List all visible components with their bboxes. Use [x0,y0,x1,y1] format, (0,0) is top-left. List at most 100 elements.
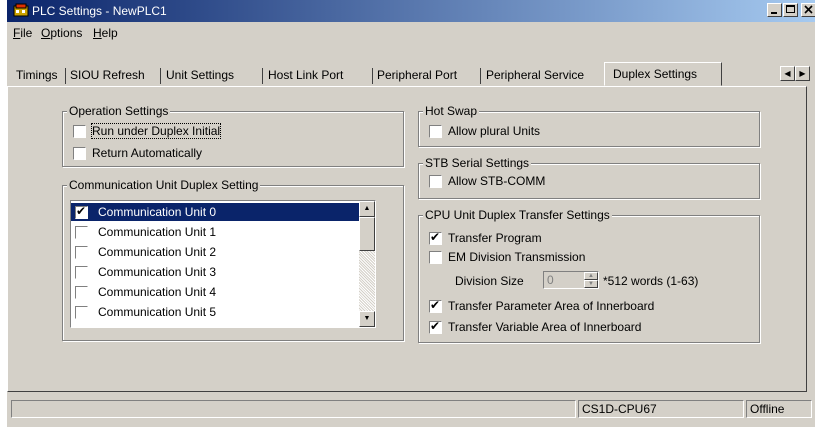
plc-app-icon [13,3,29,17]
list-item[interactable]: Communication Unit 4 [71,283,361,301]
hot-swap-group: Hot Swap Allow plural Units [418,104,760,147]
checkbox-box [73,146,86,160]
checkbox-box [429,298,442,313]
allow-stb-comm-checkbox[interactable]: Allow STB-COMM [429,173,545,189]
list-item-label: Communication Unit 2 [98,245,217,259]
tab-scroll-right-button[interactable]: ▶ [795,66,810,81]
listbox-scrollbar[interactable]: ▲ ▼ [359,201,375,327]
comm-unit-listbox[interactable]: Communication Unit 0 Communication Unit … [70,200,376,328]
status-plc-model: CS1D-CPU67 [578,400,744,418]
return-automatically-checkbox[interactable]: Return Automatically [73,145,202,161]
run-under-duplex-initial-checkbox[interactable]: Run under Duplex Initial [73,123,222,139]
tab-siou-refresh[interactable]: SIOU Refresh [70,64,145,86]
checkbox-box[interactable] [75,204,88,219]
tab-scroll-arrows: ◀ ▶ [780,66,810,81]
checkbox-box[interactable] [75,225,88,239]
transfer-variable-area-checkbox[interactable]: Transfer Variable Area of Innerboard [429,319,641,335]
maximize-icon [786,5,795,13]
checkbox-label: Run under Duplex Initial [90,123,222,139]
operation-settings-group: Operation Settings Run under Duplex Init… [62,104,404,167]
maximize-button[interactable] [783,3,798,17]
arrow-right-icon: ▶ [799,69,806,78]
title-bar[interactable]: PLC Settings - NewPLC1 [7,0,815,22]
checkbox-box[interactable] [75,265,88,279]
status-empty-cell [11,400,576,418]
minimize-button[interactable] [767,3,782,17]
arrow-down-icon: ▼ [588,281,594,287]
checkbox-box[interactable] [75,305,88,319]
cpu-transfer-title: CPU Unit Duplex Transfer Settings [423,208,612,222]
division-size-spinner[interactable]: 0 ▲ ▼ [543,271,599,289]
checkbox-label: Transfer Variable Area of Innerboard [448,320,642,334]
division-size-label: Division Size [455,274,524,288]
hot-swap-title: Hot Swap [423,104,480,118]
tab-strip: Timings SIOU Refresh Unit Settings Host … [7,62,815,86]
tab-scroll-left-button[interactable]: ◀ [780,66,795,81]
list-item[interactable]: Communication Unit 5 [71,303,361,321]
list-item[interactable]: Communication Unit 0 [71,203,361,221]
list-item[interactable]: Communication Unit 2 [71,243,361,261]
menu-file[interactable]: File [13,26,32,40]
tab-peripheral-service[interactable]: Peripheral Service [486,64,584,86]
stb-serial-title: STB Serial Settings [423,156,532,170]
checkbox-label: Allow STB-COMM [448,174,546,188]
tab-separator [160,68,161,84]
list-item-label: Communication Unit 3 [98,265,217,279]
checkbox-label: Return Automatically [92,146,203,160]
checkbox-box [429,230,442,245]
minimize-icon [771,12,777,14]
comm-unit-duplex-title: Communication Unit Duplex Setting [67,178,261,192]
checkbox-box[interactable] [75,285,88,299]
operation-settings-title: Operation Settings [67,104,171,118]
list-item-label: Communication Unit 4 [98,285,217,299]
transfer-program-checkbox[interactable]: Transfer Program [429,230,542,246]
allow-plural-units-checkbox[interactable]: Allow plural Units [429,123,540,139]
checkbox-box [429,319,442,334]
spin-up-button[interactable]: ▲ [584,272,598,280]
transfer-parameter-area-checkbox[interactable]: Transfer Parameter Area of Innerboard [429,298,654,314]
tab-separator [372,68,373,84]
checkbox-label: Transfer Program [448,231,542,245]
tab-unit-settings[interactable]: Unit Settings [166,64,234,86]
checkbox-label: Allow plural Units [448,124,541,138]
tab-duplex-settings[interactable]: Duplex Settings [604,62,722,86]
menu-bar: File Options Help [7,23,815,43]
close-icon [804,5,813,14]
scroll-up-button[interactable]: ▲ [359,201,375,217]
list-item-label: Communication Unit 5 [98,305,217,319]
checkbox-box [429,250,442,264]
arrow-up-icon: ▲ [588,273,594,279]
close-button[interactable] [801,3,815,17]
checkbox-label: Transfer Parameter Area of Innerboard [448,299,655,313]
arrow-down-icon: ▼ [363,315,371,322]
comm-unit-duplex-group: Communication Unit Duplex Setting Commun… [62,178,404,341]
list-item[interactable]: Communication Unit 1 [71,223,361,241]
checkbox-label: EM Division Transmission [448,250,586,264]
scrollbar-thumb[interactable] [359,217,375,251]
menu-help[interactable]: Help [93,26,118,40]
plc-settings-window: PLC Settings - NewPLC1 File Options Help… [6,0,815,427]
list-item-label: Communication Unit 0 [98,205,217,219]
checkbox-box [73,124,86,138]
scroll-down-button[interactable]: ▼ [359,311,375,327]
status-bar: CS1D-CPU67 Offline [7,398,815,420]
checkbox-box [429,124,442,138]
checkbox-box [429,174,442,188]
tab-host-link-port[interactable]: Host Link Port [268,64,343,86]
window-title: PLC Settings - NewPLC1 [32,4,167,18]
tab-peripheral-port[interactable]: Peripheral Port [377,64,457,86]
cpu-transfer-group: CPU Unit Duplex Transfer Settings Transf… [418,208,760,343]
arrow-left-icon: ◀ [784,69,791,78]
tab-separator [262,68,263,84]
tab-timings[interactable]: Timings [16,64,58,86]
list-item-label: Communication Unit 1 [98,225,217,239]
division-size-units: *512 words (1-63) [603,274,699,288]
checkbox-box[interactable] [75,245,88,259]
spin-down-button[interactable]: ▼ [584,280,598,288]
list-item[interactable]: Communication Unit 3 [71,263,361,281]
tab-separator [480,68,481,84]
arrow-up-icon: ▲ [363,205,371,212]
menu-options[interactable]: Options [41,26,82,40]
em-division-transmission-checkbox[interactable]: EM Division Transmission [429,249,585,265]
duplex-settings-panel: Operation Settings Run under Duplex Init… [7,86,807,392]
